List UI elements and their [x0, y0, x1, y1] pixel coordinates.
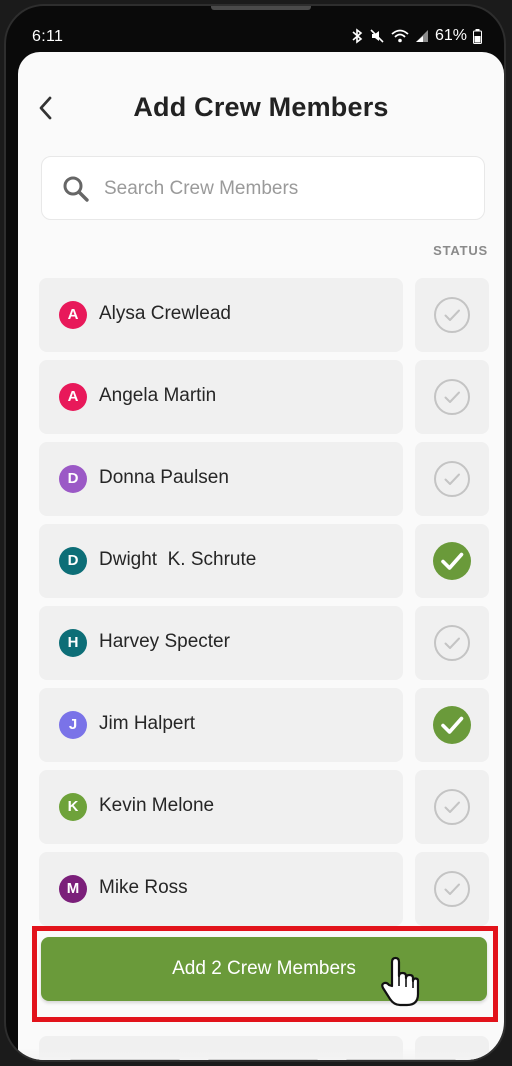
app-screen: Add Crew Members STATUS A Alysa Crewlead…	[18, 52, 504, 1060]
mute-icon	[370, 29, 384, 43]
check-circle-outline-icon	[433, 296, 471, 334]
check-circle-filled-icon	[433, 706, 471, 744]
crew-member-row[interactable]: J Jim Halpert	[39, 688, 403, 762]
status-time: 6:11	[32, 28, 64, 45]
check-circle-filled-icon	[433, 542, 471, 580]
member-name: Alysa Crewlead	[99, 303, 231, 324]
avatar: D	[59, 547, 87, 575]
list-item: H Harvey Specter	[39, 606, 489, 680]
bluetooth-icon	[352, 28, 363, 44]
member-name: Harvey Specter	[99, 631, 230, 652]
member-name: Donna Paulsen	[99, 467, 229, 488]
status-toggle[interactable]	[415, 688, 489, 762]
wifi-icon	[391, 29, 409, 43]
check-circle-outline-icon	[433, 378, 471, 416]
avatar: A	[59, 301, 87, 329]
check-circle-outline-icon	[433, 870, 471, 908]
search-box[interactable]	[41, 156, 485, 220]
status-toggle[interactable]	[415, 606, 489, 680]
check-circle-outline-icon	[433, 624, 471, 662]
search-icon	[63, 176, 89, 202]
crew-member-row[interactable]: M Mike Ross	[39, 852, 403, 926]
crew-member-list: A Alysa Crewlead A Angela Martin D Donna…	[39, 278, 489, 934]
check-circle-outline-icon	[433, 788, 471, 826]
member-name: Mike Ross	[99, 877, 188, 898]
nav-segment	[346, 1059, 456, 1060]
battery-percent: 61%	[434, 27, 467, 44]
check-circle-outline-icon	[433, 460, 471, 498]
list-item: J Jim Halpert	[39, 688, 489, 762]
crew-member-row[interactable]: D Dwight K. Schrute	[39, 524, 403, 598]
list-item: A Angela Martin	[39, 360, 489, 434]
avatar: H	[59, 629, 87, 657]
status-toggle[interactable]	[415, 360, 489, 434]
status-toggle[interactable]	[415, 852, 489, 926]
crew-member-row[interactable]: A Angela Martin	[39, 360, 403, 434]
header: Add Crew Members	[18, 52, 504, 152]
list-item: K Kevin Melone	[39, 770, 489, 844]
hand-pointer-icon	[381, 956, 420, 1007]
status-toggle[interactable]	[415, 524, 489, 598]
list-item: D Donna Paulsen	[39, 442, 489, 516]
member-name: Jim Halpert	[99, 713, 196, 734]
member-name: Kevin Melone	[99, 795, 215, 816]
status-toggle[interactable]	[415, 442, 489, 516]
avatar: A	[59, 383, 87, 411]
list-item: M Mike Ross	[39, 852, 489, 926]
status-column-label: STATUS	[433, 243, 488, 258]
battery-icon	[473, 28, 482, 44]
phone-frame: 6:11 61% Add Crew Members Search Crew Me…	[4, 4, 506, 1062]
nav-segment	[70, 1059, 180, 1060]
avatar: D	[59, 465, 87, 493]
list-item: A Alysa Crewlead	[39, 278, 489, 352]
page-title: Add Crew Members	[133, 92, 389, 122]
member-name: Angela Martin	[99, 385, 217, 406]
nav-segment	[208, 1059, 318, 1060]
avatar: M	[59, 875, 87, 903]
add-crew-members-button[interactable]: Add 2 Crew Members	[41, 937, 487, 1001]
search-input[interactable]	[102, 167, 466, 211]
signal-icon	[415, 30, 428, 42]
avatar: K	[59, 793, 87, 821]
status-toggle[interactable]	[415, 278, 489, 352]
status-icons: 61%	[351, 27, 482, 45]
crew-member-row[interactable]: K Kevin Melone	[39, 770, 403, 844]
member-name: Dwight K. Schrute	[99, 549, 257, 570]
list-item: D Dwight K. Schrute	[39, 524, 489, 598]
status-bar: 6:11 61%	[6, 6, 504, 54]
crew-member-row[interactable]: A Alysa Crewlead	[39, 278, 403, 352]
crew-member-row[interactable]: H Harvey Specter	[39, 606, 403, 680]
avatar: J	[59, 711, 87, 739]
gesture-nav-bar	[18, 1048, 504, 1060]
crew-member-row[interactable]: D Donna Paulsen	[39, 442, 403, 516]
status-toggle[interactable]	[415, 770, 489, 844]
